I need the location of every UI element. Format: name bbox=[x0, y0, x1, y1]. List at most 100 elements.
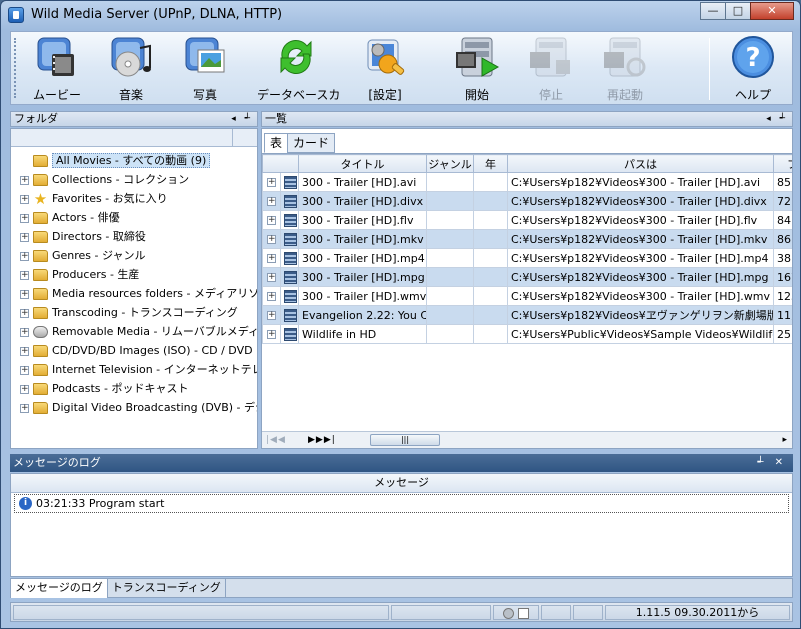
folder-tree-item[interactable]: + CD/DVD/BD Images (ISO) - CD / DVD bbox=[11, 341, 257, 360]
toolbar-grip[interactable] bbox=[14, 38, 17, 98]
folder-tree-item[interactable]: + Transcoding - トランスコーディング bbox=[11, 303, 257, 322]
start-button[interactable]: 開始 bbox=[443, 34, 511, 102]
server-stop-icon bbox=[528, 34, 574, 80]
folder-label: CD/DVD/BD Images (ISO) - CD / DVD bbox=[52, 344, 253, 357]
expand-icon[interactable]: + bbox=[20, 213, 29, 223]
expand-icon[interactable]: + bbox=[20, 365, 29, 375]
log-entry[interactable]: i 03:21:33 Program start bbox=[14, 494, 789, 513]
folder-tree-pane: All Movies - すべての動画 (9) + Collections - コレ… bbox=[10, 128, 258, 449]
column-header-file[interactable]: ファ bbox=[773, 154, 792, 173]
database-button[interactable]: データベースカ bbox=[257, 34, 340, 102]
nav-first-icon[interactable]: |◀◀ bbox=[266, 434, 286, 446]
folder-tree-item[interactable]: + Internet Television - インターネットテレ bbox=[11, 360, 257, 379]
expand-icon[interactable]: + bbox=[20, 232, 29, 242]
minimize-button[interactable]: — bbox=[700, 2, 726, 20]
tab-cards[interactable]: カード bbox=[287, 133, 336, 153]
settings-button[interactable]: [設定] bbox=[351, 34, 419, 102]
video-file-icon bbox=[284, 232, 297, 246]
cell-title: 300 - Trailer [HD].wmv bbox=[298, 286, 427, 306]
music-label: 音楽 bbox=[118, 88, 143, 102]
scroll-right-icon[interactable]: ▸ bbox=[782, 434, 788, 446]
expand-icon[interactable]: + bbox=[20, 270, 29, 280]
music-button[interactable]: 音楽 bbox=[97, 34, 165, 102]
expand-icon[interactable]: + bbox=[20, 308, 29, 318]
movies-label: ムービー bbox=[32, 88, 81, 102]
expand-icon[interactable]: + bbox=[20, 327, 29, 337]
info-icon: i bbox=[19, 497, 32, 510]
restart-button[interactable]: 再起動 bbox=[591, 34, 659, 102]
help-button[interactable]: ? ヘルプ bbox=[719, 34, 787, 102]
folder-tree-item[interactable]: + Directors - 取締役 bbox=[11, 227, 257, 246]
expand-icon[interactable]: + bbox=[267, 273, 276, 282]
expand-icon[interactable]: + bbox=[267, 216, 276, 225]
expand-icon[interactable]: + bbox=[20, 175, 29, 185]
media-grid: タイトル ジャンル 年 パスは ファ +300 - Trailer [HD].a… bbox=[262, 153, 792, 431]
pin-close-icon[interactable]: ┵ ✕ bbox=[757, 454, 787, 471]
expand-icon[interactable]: + bbox=[20, 289, 29, 299]
folder-tree-item[interactable]: + ★ Favorites - お気に入り bbox=[11, 189, 257, 208]
scroll-thumb[interactable]: ||| bbox=[370, 434, 440, 446]
expand-icon[interactable]: + bbox=[20, 194, 29, 204]
table-row[interactable]: + Wildlife in HD C:¥Users¥Public¥Videos¥Sa… bbox=[262, 324, 792, 344]
close-button[interactable]: ✕ bbox=[750, 2, 794, 20]
folder-tree-item[interactable]: + Genres - ジャンル bbox=[11, 246, 257, 265]
movies-button[interactable]: ムービー bbox=[23, 34, 91, 102]
expand-icon[interactable]: + bbox=[267, 197, 276, 206]
folder-tree-item[interactable]: + Podcasts - ポッドキャスト bbox=[11, 379, 257, 398]
video-file-icon bbox=[284, 327, 297, 341]
folder-tree-item[interactable]: + Actors - 俳優 bbox=[11, 208, 257, 227]
column-header-title[interactable]: タイトル bbox=[298, 154, 427, 173]
folder-label: Transcoding - トランスコーディング bbox=[52, 306, 238, 319]
cell-year bbox=[473, 324, 508, 344]
log-entry-text: 03:21:33 Program start bbox=[36, 496, 165, 510]
pin-icon[interactable]: ◂ ┵ bbox=[231, 112, 253, 126]
table-row[interactable]: +300 - Trailer [HD].mp4 C:¥Users¥p182¥Vid… bbox=[262, 248, 792, 268]
expand-icon[interactable]: + bbox=[20, 384, 29, 394]
maximize-button[interactable]: □ bbox=[725, 2, 751, 20]
expand-icon[interactable]: + bbox=[267, 235, 276, 244]
tab-message-log[interactable]: メッセージのログ bbox=[11, 579, 108, 598]
expand-icon[interactable]: + bbox=[267, 330, 276, 339]
horizontal-scrollbar[interactable]: |◀◀ ▶▶▶| ||| ▸ bbox=[262, 431, 792, 448]
column-header-path[interactable]: パスは bbox=[507, 154, 774, 173]
expand-icon[interactable]: + bbox=[267, 292, 276, 301]
folder-tree-item[interactable]: + Removable Media - リムーバブルメディ bbox=[11, 322, 257, 341]
folder-tree-column-header[interactable] bbox=[11, 129, 257, 147]
tab-table[interactable]: 表 bbox=[264, 133, 289, 153]
folder-open-icon bbox=[33, 155, 48, 167]
pin-icon[interactable]: ◂ ┵ bbox=[766, 112, 788, 126]
drive-icon bbox=[33, 326, 48, 338]
table-row[interactable]: + Evangelion 2.22: You Car C:¥Users¥p182¥V… bbox=[262, 305, 792, 325]
checkbox-icon[interactable] bbox=[517, 607, 529, 619]
folder-tree-item[interactable]: + Producers - 生産 bbox=[11, 265, 257, 284]
table-row[interactable]: +300 - Trailer [HD].divx C:¥Users¥p182¥Vi… bbox=[262, 191, 792, 211]
folder-tree-item[interactable]: + Media resources folders - メディアリソ- bbox=[11, 284, 257, 303]
title-bar[interactable]: Wild Media Server (UPnP, DLNA, HTTP) — □… bbox=[1, 1, 800, 29]
column-header-expand[interactable] bbox=[262, 154, 299, 173]
expand-icon[interactable]: + bbox=[267, 311, 276, 320]
video-file-icon bbox=[284, 308, 297, 322]
column-header-genre[interactable]: ジャンル bbox=[426, 154, 474, 173]
folder-tree-item[interactable]: + Digital Video Broadcasting (DVB) - デジ bbox=[11, 398, 257, 417]
table-row[interactable]: +300 - Trailer [HD].mkv C:¥Users¥p182¥Vid… bbox=[262, 229, 792, 249]
stop-button[interactable]: 停止 bbox=[517, 34, 585, 102]
expand-icon[interactable]: + bbox=[267, 178, 276, 187]
nav-next-icon[interactable]: ▶▶▶| bbox=[308, 434, 336, 446]
folder-icon bbox=[33, 250, 48, 262]
expand-icon[interactable]: + bbox=[267, 254, 276, 263]
table-row[interactable]: +300 - Trailer [HD].mpg C:¥Users¥p182¥Vid… bbox=[262, 267, 792, 287]
tab-transcoding[interactable]: トランスコーディング bbox=[108, 579, 226, 598]
network-icon bbox=[503, 607, 515, 619]
expand-icon[interactable]: + bbox=[20, 251, 29, 261]
expand-icon[interactable]: + bbox=[20, 403, 29, 413]
folder-tree-item[interactable]: All Movies - すべての動画 (9) bbox=[11, 151, 257, 170]
svg-text:?: ? bbox=[745, 43, 760, 73]
table-row[interactable]: +300 - Trailer [HD].flv C:¥Users¥p182¥Vid… bbox=[262, 210, 792, 230]
table-row[interactable]: +300 - Trailer [HD].wmv C:¥Users¥p182¥Vid… bbox=[262, 286, 792, 306]
table-row[interactable]: +300 - Trailer [HD].avi C:¥Users¥p182¥Vid… bbox=[262, 172, 792, 192]
expand-icon[interactable]: + bbox=[20, 346, 29, 356]
column-header-year[interactable]: 年 bbox=[473, 154, 508, 173]
folder-tree-item[interactable]: + Collections - コレクション bbox=[11, 170, 257, 189]
message-column-header[interactable]: メッセージ bbox=[11, 474, 792, 493]
photos-button[interactable]: 写真 bbox=[171, 34, 239, 102]
